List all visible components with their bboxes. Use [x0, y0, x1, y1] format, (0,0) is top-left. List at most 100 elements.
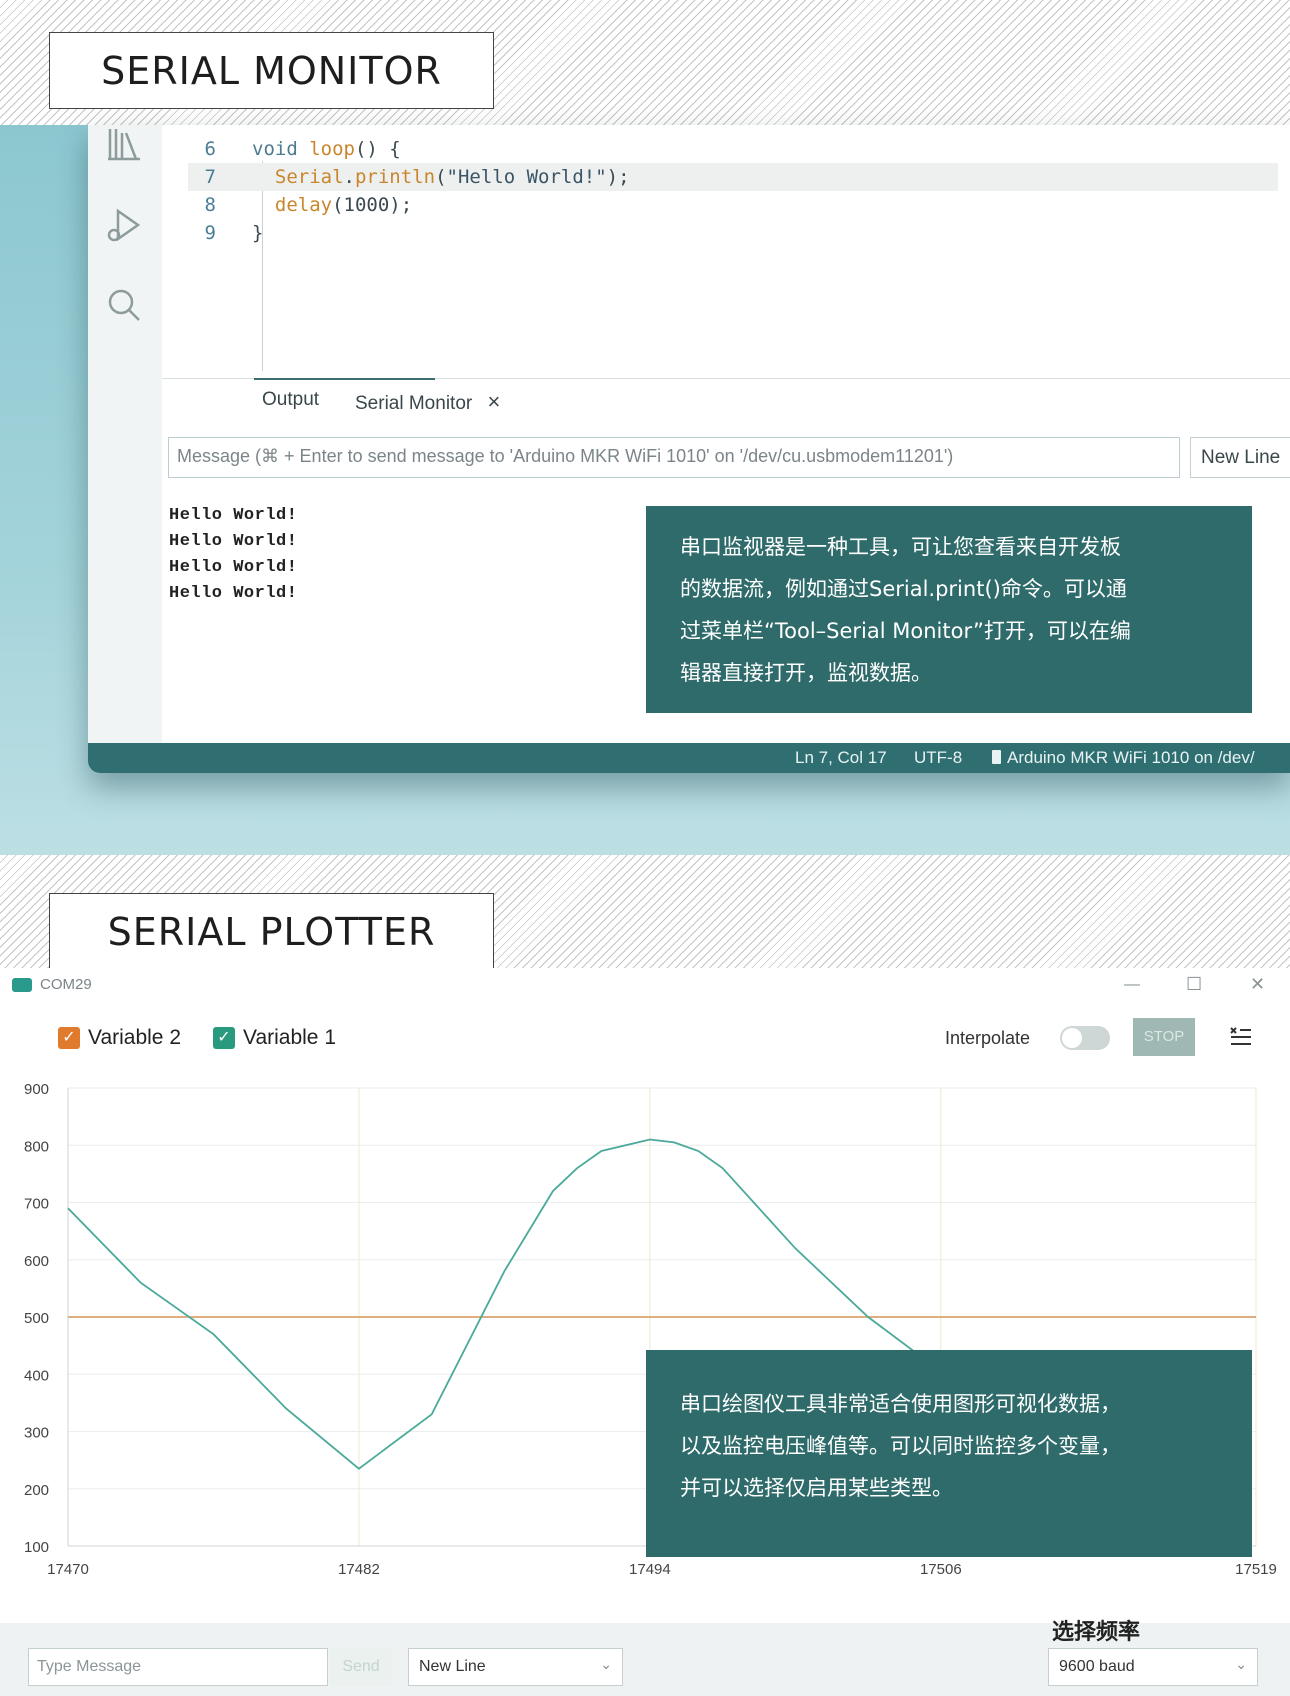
code-token: (1000);	[332, 194, 413, 216]
legend-label: Variable 2	[88, 1026, 182, 1049]
output-line: Hello World!	[169, 506, 298, 525]
status-bar: Ln 7, Col 17 UTF-8 Arduino MKR WiFi 1010…	[88, 743, 1290, 773]
interpolate-toggle[interactable]	[1060, 1026, 1110, 1050]
callout-line: 以及监控电压峰值等。可以同时监控多个变量，	[680, 1434, 1121, 1458]
monitor-callout: 串口监视器是一种工具，可让您查看来自开发板 的数据流，例如通过Serial.pr…	[646, 506, 1252, 713]
type-message-input[interactable]: Type Message	[28, 1648, 328, 1686]
callout-line: 并可以选择仅启用某些类型。	[680, 1476, 953, 1500]
arduino-app-icon	[12, 978, 32, 992]
y-tick-label: 300	[24, 1425, 49, 1442]
baud-value: 9600 baud	[1059, 1658, 1135, 1675]
tab-output[interactable]: Output	[262, 389, 319, 411]
x-tick-label: 17470	[47, 1561, 89, 1578]
line-number: 7	[204, 166, 216, 188]
output-line: Hello World!	[169, 584, 298, 603]
clear-menu-icon[interactable]	[1227, 1024, 1253, 1048]
plotter-titlebar: COM29 — ☐ ✕	[0, 968, 1290, 1004]
send-button[interactable]: Send	[330, 1648, 392, 1686]
toggle-knob	[1062, 1028, 1082, 1048]
active-tab-indicator	[254, 378, 435, 380]
y-tick-label: 500	[24, 1310, 49, 1327]
legend-label: Variable 1	[243, 1026, 337, 1049]
y-tick-label: 400	[24, 1367, 49, 1384]
callout-line: 串口监视器是一种工具，可让您查看来自开发板	[680, 535, 1121, 559]
search-icon[interactable]	[104, 285, 144, 325]
line-ending-select[interactable]: New Line	[1190, 437, 1290, 478]
output-line: Hello World!	[169, 558, 298, 577]
y-tick-label: 900	[24, 1081, 49, 1098]
legend-variable-1[interactable]: ✓ Variable 1	[213, 1026, 336, 1050]
code-token: .	[343, 166, 355, 188]
line-ending-value: New Line	[419, 1658, 486, 1675]
library-icon[interactable]	[104, 125, 144, 165]
line-number: 8	[204, 194, 216, 216]
serial-output: Hello World! Hello World! Hello World! Hell…	[169, 503, 297, 607]
code-editor[interactable]: 6 void loop() {7 Serial.println("Hello Wo…	[188, 135, 1278, 247]
tab-serial-monitor[interactable]: Serial Monitor ×	[355, 389, 500, 415]
x-tick-label: 17482	[338, 1561, 380, 1578]
x-tick-label: 17519	[1235, 1561, 1277, 1578]
section-title-monitor: SERIAL MONITOR	[49, 32, 494, 109]
close-button[interactable]: ✕	[1250, 974, 1265, 995]
code-token: );	[606, 166, 630, 188]
serial-plotter-window: COM29 — ☐ ✕ ✓ Variable 2 ✓ Variable 1 In…	[0, 968, 1290, 1696]
baud-label: 选择频率	[1052, 1620, 1141, 1645]
serial-message-input[interactable]: Message (⌘ + Enter to send message to 'A…	[168, 437, 1180, 478]
code-text: delay(1000);	[252, 191, 412, 219]
callout-line: 辑器直接打开，监视数据。	[680, 661, 932, 685]
board-icon	[992, 750, 1001, 764]
callout-line: 的数据流，例如通过Serial.print()命令。可以通	[680, 577, 1127, 601]
file-encoding[interactable]: UTF-8	[914, 748, 962, 768]
code-text: Serial.println("Hello World!");	[252, 163, 630, 191]
window-title: COM29	[40, 976, 92, 993]
code-token: "Hello World!"	[446, 166, 607, 188]
ide-sidebar	[88, 125, 162, 743]
code-line[interactable]: 7 Serial.println("Hello World!");	[188, 163, 1278, 191]
minimize-button[interactable]: —	[1124, 976, 1140, 994]
y-tick-label: 700	[24, 1196, 49, 1213]
interpolate-label: Interpolate	[945, 1028, 1031, 1048]
bottom-panel-tabs: Output Serial Monitor ×	[162, 378, 1290, 422]
code-token: () {	[354, 138, 401, 160]
code-text: void loop() {	[252, 135, 401, 163]
line-number: 9	[204, 222, 216, 244]
line-ending-dropdown[interactable]: New Line ⌄	[408, 1648, 623, 1686]
checkbox-variable-2[interactable]: ✓	[58, 1027, 80, 1049]
code-token: void	[252, 138, 310, 160]
callout-line: 过菜单栏“Tool–Serial Monitor”打开，可以在编	[680, 619, 1131, 643]
y-tick-label: 600	[24, 1253, 49, 1270]
line-number: 6	[204, 138, 216, 160]
code-line[interactable]: 8 delay(1000);	[188, 191, 1278, 219]
output-line: Hello World!	[169, 532, 298, 551]
x-tick-label: 17506	[920, 1561, 962, 1578]
x-tick-label: 17494	[629, 1561, 671, 1578]
code-token: loop	[309, 138, 355, 160]
maximize-button[interactable]: ☐	[1186, 974, 1202, 995]
y-tick-label: 800	[24, 1138, 49, 1155]
baud-rate-dropdown[interactable]: 9600 baud ⌄	[1048, 1648, 1258, 1686]
code-token: (	[435, 166, 447, 188]
y-tick-label: 200	[24, 1482, 49, 1499]
stop-button[interactable]: STOP	[1133, 1018, 1195, 1056]
code-token: }	[252, 222, 264, 244]
code-line[interactable]: 6 void loop() {	[188, 135, 1278, 163]
board-status[interactable]: Arduino MKR WiFi 1010 on /dev/	[992, 748, 1255, 768]
legend-variable-2[interactable]: ✓ Variable 2	[58, 1026, 181, 1050]
debug-icon[interactable]	[104, 205, 144, 245]
code-token: Serial	[274, 166, 344, 188]
callout-line: 串口绘图仪工具非常适合使用图形可视化数据，	[680, 1392, 1121, 1416]
section-title-plotter: SERIAL PLOTTER	[49, 893, 494, 970]
code-token: println	[354, 166, 436, 188]
close-icon[interactable]: ×	[488, 389, 501, 414]
y-tick-label: 100	[24, 1539, 49, 1556]
code-line[interactable]: 9}	[188, 219, 1278, 247]
cursor-position[interactable]: Ln 7, Col 17	[795, 748, 887, 768]
plotter-callout: 串口绘图仪工具非常适合使用图形可视化数据， 以及监控电压峰值等。可以同时监控多个…	[646, 1350, 1252, 1557]
checkbox-variable-1[interactable]: ✓	[213, 1027, 235, 1049]
chevron-down-icon: ⌄	[1235, 1656, 1247, 1672]
tab-serial-monitor-label: Serial Monitor	[355, 393, 473, 414]
chevron-down-icon: ⌄	[600, 1656, 612, 1672]
board-label: Arduino MKR WiFi 1010 on /dev/	[1007, 748, 1255, 767]
